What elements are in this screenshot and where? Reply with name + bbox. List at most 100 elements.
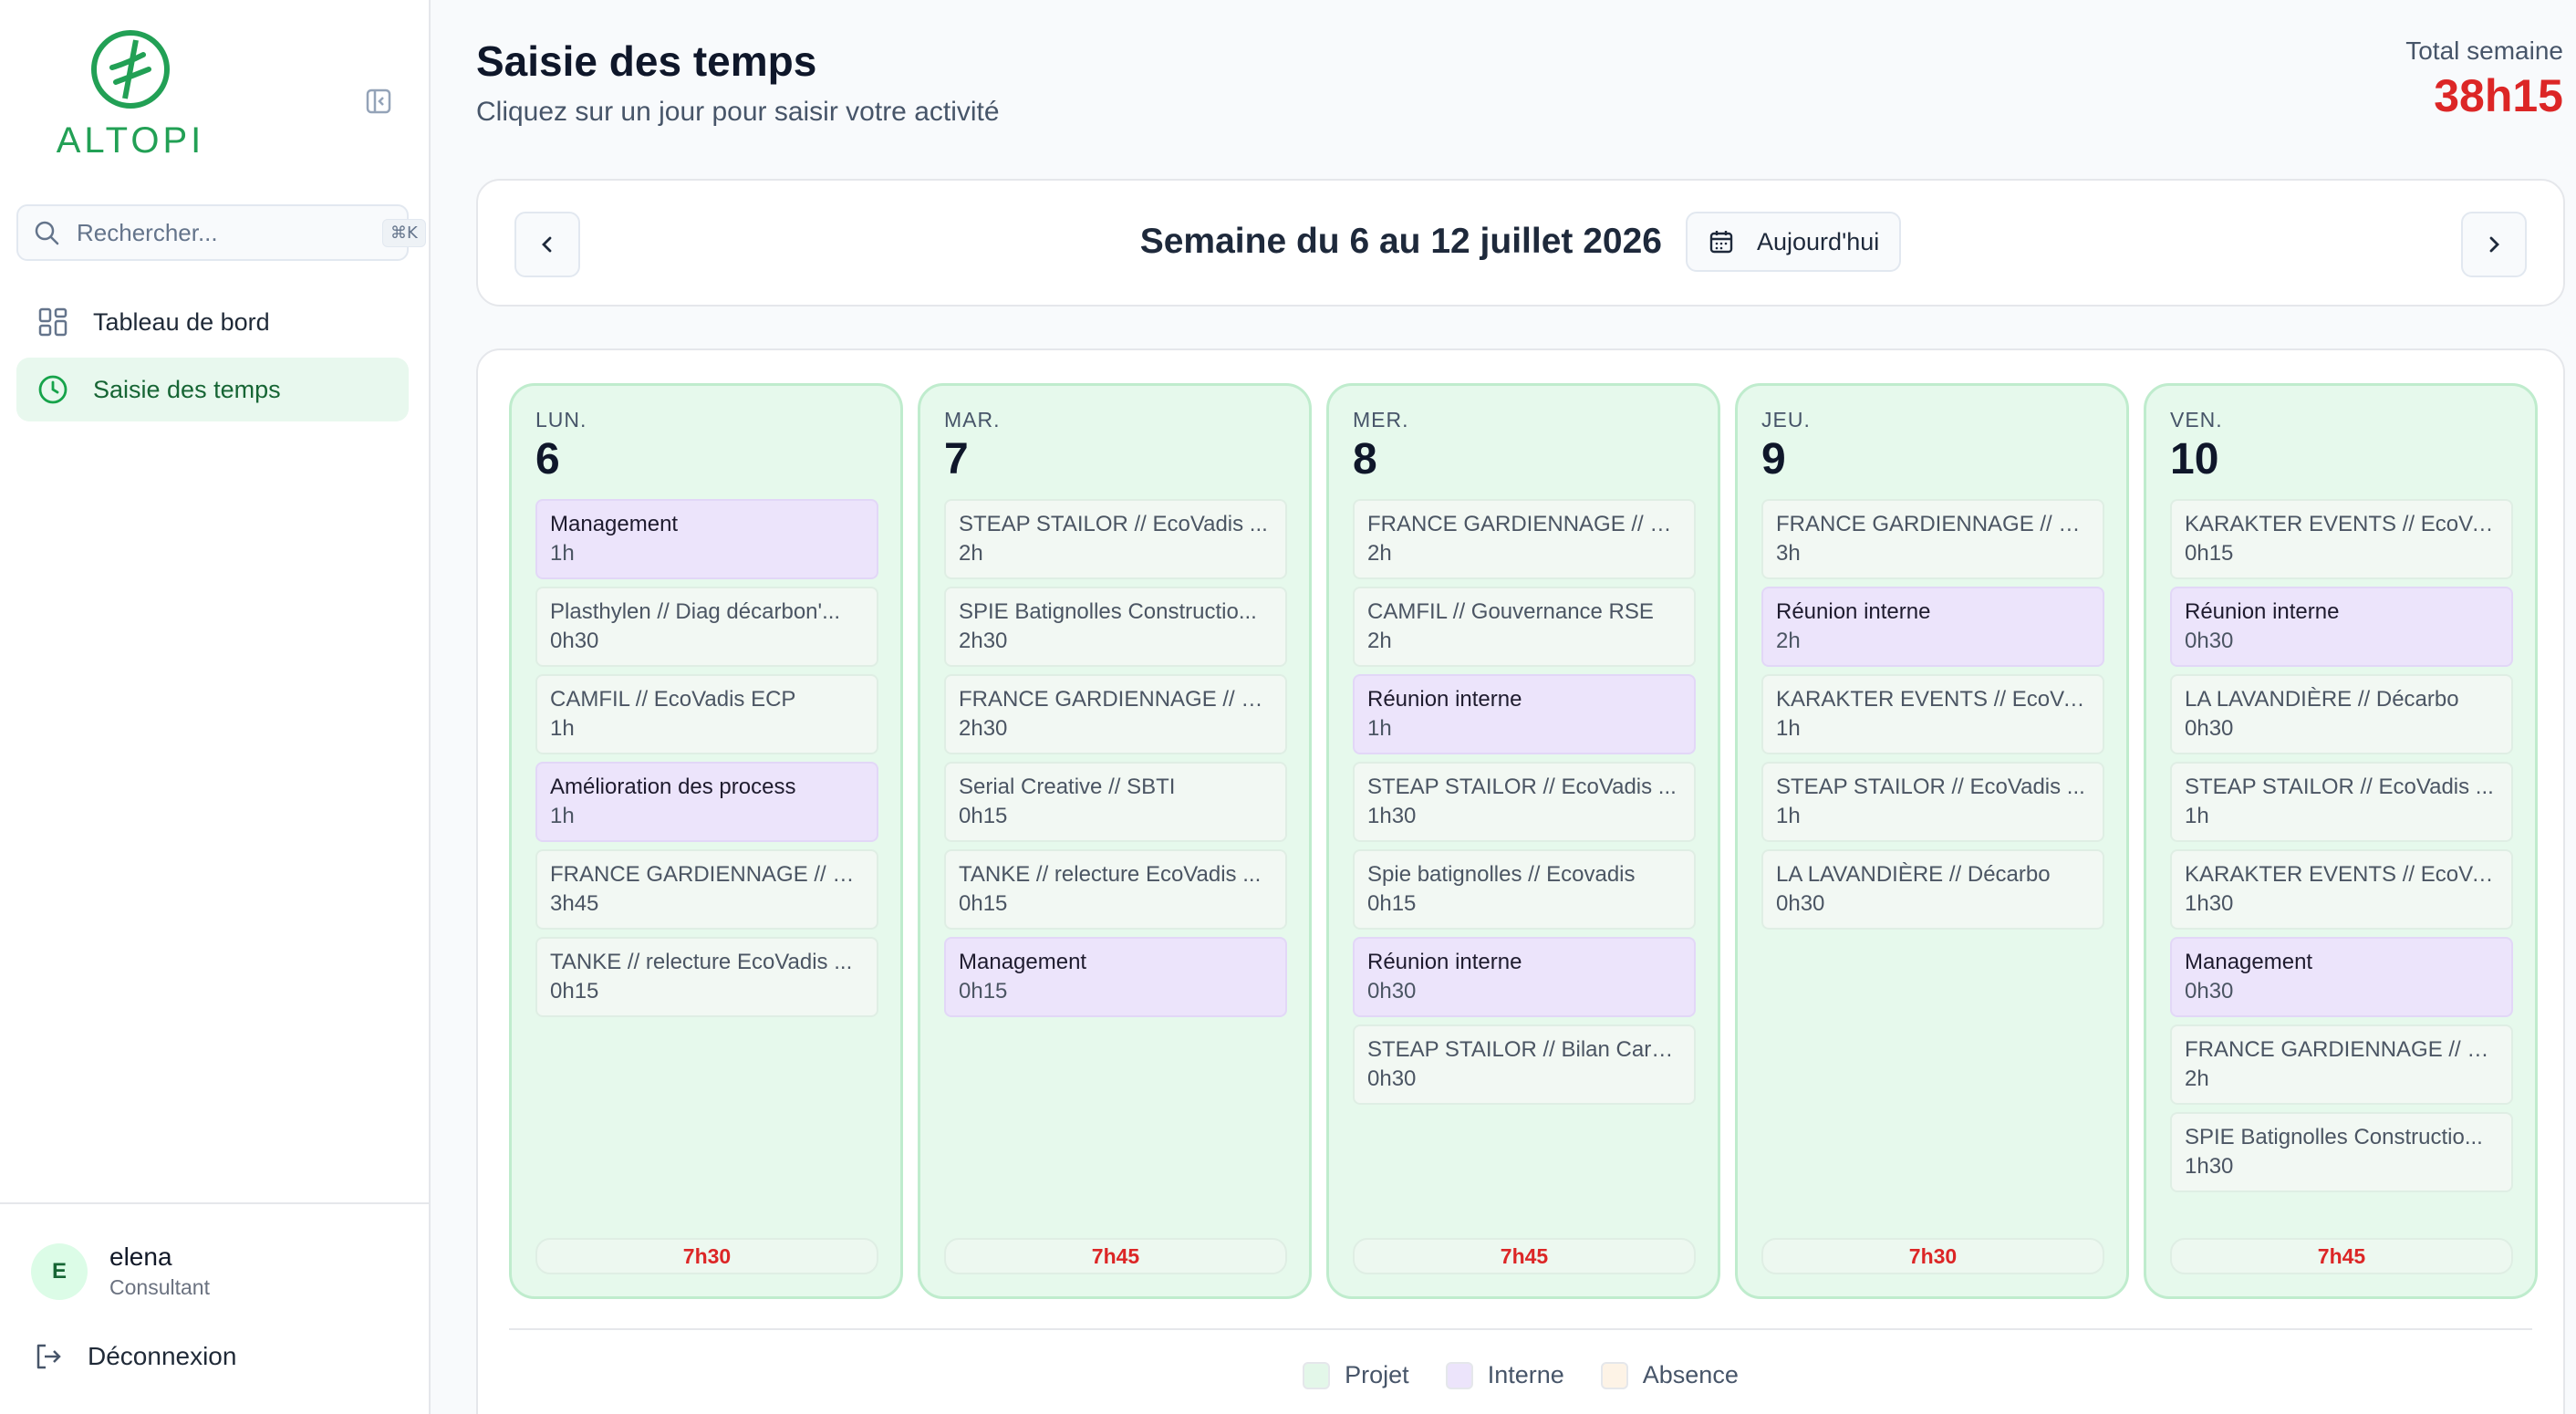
time-entry-card[interactable]: Réunion interne 1h (1353, 674, 1696, 754)
time-entry-title: Réunion interne (1367, 950, 1522, 974)
time-entry-card[interactable]: KARAKTER EVENTS // EcoVa... 0h15 (2170, 499, 2513, 579)
day-column[interactable]: JEU. 9 FRANCE GARDIENNAGE // R... 3h Réunion… (1735, 383, 2129, 1299)
time-entry-title: STEAP STAILOR // Bilan Carb... (1367, 1037, 1681, 1062)
search-icon (33, 217, 60, 248)
legend-item: Absence (1600, 1361, 1739, 1389)
sidebar: ALTOPI ⌘K (0, 0, 431, 1414)
time-entry-card[interactable]: CAMFIL // EcoVadis ECP 1h (535, 674, 878, 754)
week-navigator: Semaine du 6 au 12 juillet 2026 Aujourd'… (476, 179, 2565, 307)
time-entry-card[interactable]: Réunion interne 2h (1761, 587, 2104, 667)
day-total-badge: 7h45 (1353, 1238, 1696, 1274)
user-profile[interactable]: E elena Consultant (31, 1242, 210, 1300)
time-entry-duration: 2h (1776, 629, 1801, 653)
legend-item: Interne (1445, 1361, 1564, 1389)
time-entry-card[interactable]: STEAP STAILOR // EcoVadis ... 1h (1761, 762, 2104, 842)
time-entry-title: KARAKTER EVENTS // EcoVa... (1776, 687, 2090, 712)
time-entry-card[interactable]: SPIE Batignolles Constructio... 2h30 (944, 587, 1287, 667)
time-entry-title: STEAP STAILOR // EcoVadis ... (2185, 775, 2494, 799)
time-entry-card[interactable]: SPIE Batignolles Constructio... 1h30 (2170, 1112, 2513, 1192)
time-entry-card[interactable]: TANKE // relecture EcoVadis ... 0h15 (535, 937, 878, 1017)
time-entry-card[interactable]: FRANCE GARDIENNAGE // R... 3h45 (535, 849, 878, 930)
time-entry-card[interactable]: STEAP STAILOR // EcoVadis ... 1h30 (1353, 762, 1696, 842)
page-subtitle: Cliquez sur un jour pour saisir votre ac… (476, 97, 1000, 127)
week-board: LUN. 6 Management 1h Plasthylen // Diag déca… (476, 348, 2565, 1414)
time-entry-card[interactable]: Management 0h30 (2170, 937, 2513, 1017)
week-total-label: Total semaine (2405, 36, 2563, 65)
sidebar-item-time-entry[interactable]: Saisie des temps (16, 358, 409, 421)
today-button[interactable]: Aujourd'hui (1686, 212, 1902, 272)
time-entry-title: KARAKTER EVENTS // EcoVa... (2185, 862, 2498, 887)
time-entry-card[interactable]: Réunion interne 0h30 (1353, 937, 1696, 1017)
time-entry-title: FRANCE GARDIENNAGE // R... (1776, 512, 2090, 536)
brand-logo[interactable]: ALTOPI (53, 27, 208, 161)
time-entry-duration: 0h15 (959, 804, 1008, 828)
day-number: 7 (944, 435, 969, 483)
day-total-badge: 7h30 (535, 1238, 878, 1274)
day-number: 9 (1761, 435, 1786, 483)
time-entry-card[interactable]: Management 0h15 (944, 937, 1287, 1017)
time-entry-duration: 3h (1776, 541, 1801, 566)
time-entry-card[interactable]: LA LAVANDIÈRE // Décarbo 0h30 (2170, 674, 2513, 754)
time-entry-card[interactable]: FRANCE GARDIENNAGE // R... 2h (1353, 499, 1696, 579)
time-entry-card[interactable]: Amélioration des process 1h (535, 762, 878, 842)
time-entry-duration: 0h30 (2185, 629, 2234, 653)
brand-name: ALTOPI (56, 120, 205, 161)
time-entry-duration: 1h (1776, 716, 1801, 741)
time-entry-card[interactable]: Réunion interne 0h30 (2170, 587, 2513, 667)
time-entry-card[interactable]: KARAKTER EVENTS // EcoVa... 1h (1761, 674, 2104, 754)
time-entry-duration: 1h (1367, 716, 1392, 741)
logout-button[interactable]: Déconnexion (33, 1341, 236, 1372)
day-columns: LUN. 6 Management 1h Plasthylen // Diag déca… (509, 383, 2538, 1299)
app: ALTOPI ⌘K (0, 0, 2576, 1414)
day-column[interactable]: MER. 8 FRANCE GARDIENNAGE // R... 2h CAMFIL … (1326, 383, 1720, 1299)
day-number: 6 (535, 435, 560, 483)
search-box[interactable]: ⌘K (16, 204, 426, 261)
day-name: MAR. (944, 408, 1001, 431)
sidebar-item-label: Saisie des temps (93, 375, 281, 403)
legend-label: Absence (1642, 1361, 1739, 1388)
legend: Projet Interne Absence (478, 1361, 2563, 1389)
time-entry-title: FRANCE GARDIENNAGE // R... (2185, 1037, 2498, 1062)
time-entry-card[interactable]: Serial Creative // SBTI 0h15 (944, 762, 1287, 842)
time-entry-card[interactable]: TANKE // relecture EcoVadis ... 0h15 (944, 849, 1287, 930)
time-entry-card[interactable]: STEAP STAILOR // EcoVadis ... 1h (2170, 762, 2513, 842)
sidebar-nav: Tableau de bord Saisie des temps (16, 290, 409, 425)
day-column[interactable]: VEN. 10 KARAKTER EVENTS // EcoVa... 0h15 Réu… (2144, 383, 2538, 1299)
time-entry-title: Réunion interne (1776, 599, 1931, 624)
day-number: 10 (2170, 435, 2219, 483)
avatar: E (31, 1242, 88, 1300)
time-entry-duration: 2h30 (959, 716, 1008, 741)
sidebar-item-dashboard[interactable]: Tableau de bord (16, 290, 409, 354)
time-entry-card[interactable]: Spie batignolles // Ecovadis 0h15 (1353, 849, 1696, 930)
search-input[interactable] (77, 218, 382, 247)
time-entry-duration: 0h30 (2185, 979, 2234, 1003)
search-shortcut-badge: ⌘K (382, 218, 426, 247)
time-entry-duration: 2h (2185, 1066, 2209, 1091)
time-entry-card[interactable]: CAMFIL // Gouvernance RSE 2h (1353, 587, 1696, 667)
time-entry-card[interactable]: LA LAVANDIÈRE // Décarbo 0h30 (1761, 849, 2104, 930)
page-title: Saisie des temps (476, 37, 817, 85)
time-entry-card[interactable]: FRANCE GARDIENNAGE // R... 2h30 (944, 674, 1287, 754)
time-entry-title: CAMFIL // EcoVadis ECP (550, 687, 796, 712)
day-column[interactable]: LUN. 6 Management 1h Plasthylen // Diag déca… (509, 383, 903, 1299)
time-entry-card[interactable]: STEAP STAILOR // Bilan Carb... 0h30 (1353, 1024, 1696, 1105)
time-entry-title: Serial Creative // SBTI (959, 775, 1176, 799)
next-week-button[interactable] (2461, 212, 2527, 277)
time-entry-duration: 1h30 (1367, 804, 1417, 828)
time-entry-card[interactable]: FRANCE GARDIENNAGE // R... 3h (1761, 499, 2104, 579)
time-entry-card[interactable]: KARAKTER EVENTS // EcoVa... 1h30 (2170, 849, 2513, 930)
time-entry-title: TANKE // relecture EcoVadis ... (550, 950, 853, 974)
time-entry-card[interactable]: Management 1h (535, 499, 878, 579)
time-entry-duration: 2h (1367, 629, 1392, 653)
time-entry-title: FRANCE GARDIENNAGE // R... (550, 862, 864, 887)
time-entry-card[interactable]: Plasthylen // Diag décarbon'... 0h30 (535, 587, 878, 667)
collapse-sidebar-button[interactable] (363, 86, 394, 117)
time-entry-duration: 2h (1367, 541, 1392, 566)
day-column[interactable]: MAR. 7 STEAP STAILOR // EcoVadis ... 2h SPIE… (918, 383, 1312, 1299)
time-entry-card[interactable]: FRANCE GARDIENNAGE // R... 2h (2170, 1024, 2513, 1105)
time-entry-title: SPIE Batignolles Constructio... (959, 599, 1257, 624)
time-entry-duration: 0h30 (1367, 979, 1417, 1003)
day-total-badge: 7h45 (2170, 1238, 2513, 1274)
time-entry-card[interactable]: STEAP STAILOR // EcoVadis ... 2h (944, 499, 1287, 579)
time-entry-duration: 2h (959, 541, 983, 566)
